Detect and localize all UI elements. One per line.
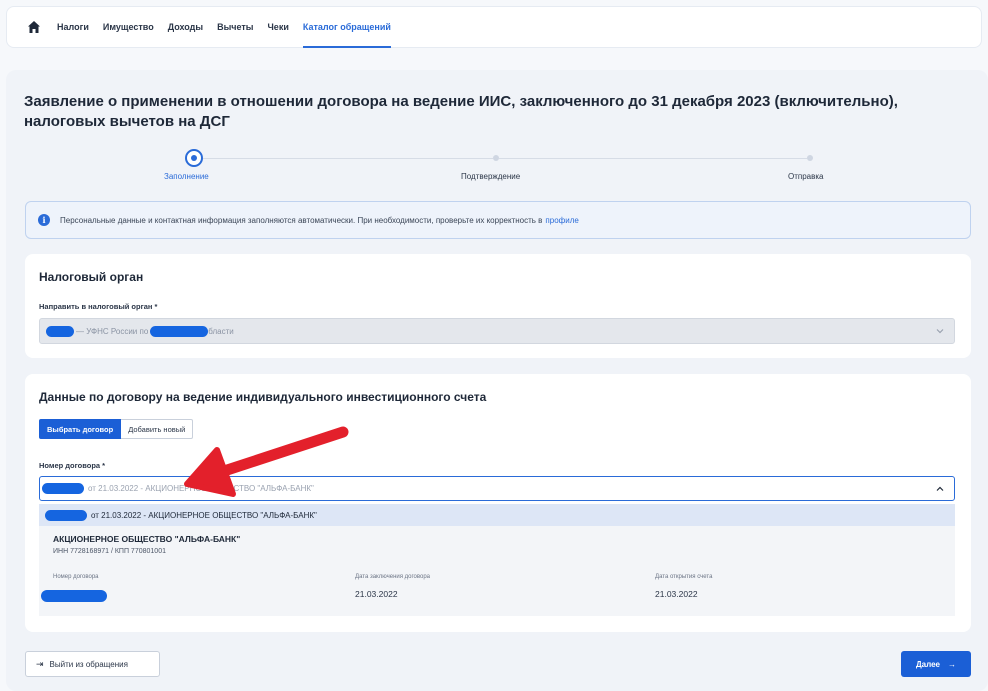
stepper-line <box>499 158 807 159</box>
step-label-confirmation: Подтверждение <box>461 172 521 181</box>
account-open-date-value: 21.03.2022 <box>655 589 698 599</box>
contract-select-value: от 21.03.2022 - АКЦИОНЕРНОЕ ОБЩЕСТВО "АЛ… <box>88 484 314 493</box>
step-dot-sending <box>807 155 813 161</box>
arrow-right-icon: → <box>948 659 957 669</box>
exit-appeal-button[interactable]: ⇥ Выйти из обращения <box>25 651 160 677</box>
stepper-line <box>203 158 493 159</box>
next-button[interactable]: Далее → <box>901 651 971 677</box>
nav-item-property[interactable]: Имущество <box>103 6 154 48</box>
redaction-mark <box>41 590 107 602</box>
page-title: Заявление о применении в отношении догов… <box>24 93 898 130</box>
top-navigation: Налоги Имущество Доходы Вычеты Чеки Ката… <box>6 6 982 48</box>
chevron-up-icon <box>936 486 944 491</box>
add-new-contract-button[interactable]: Добавить новый <box>121 419 194 439</box>
tax-authority-field-label: Направить в налоговый орган * <box>39 302 158 311</box>
home-icon[interactable] <box>27 20 41 34</box>
conclusion-date-value: 21.03.2022 <box>355 589 398 599</box>
contract-mode-toggle: Выбрать договор Добавить новый <box>39 419 194 439</box>
contract-card-title: Данные по договору на ведение индивидуал… <box>39 390 487 404</box>
main-panel: Заявление о применении в отношении догов… <box>6 70 988 691</box>
tax-authority-title: Налоговый орган <box>39 270 144 284</box>
info-icon: i <box>38 214 50 226</box>
step-label-filling: Заполнение <box>164 172 209 181</box>
contract-card: Данные по договору на ведение индивидуал… <box>25 374 971 632</box>
conclusion-date-label: Дата заключения договора <box>355 574 431 580</box>
nav-item-receipts[interactable]: Чеки <box>267 6 288 48</box>
select-contract-button[interactable]: Выбрать договор <box>39 419 122 439</box>
contract-number-select[interactable]: от 21.03.2022 - АКЦИОНЕРНОЕ ОБЩЕСТВО "АЛ… <box>39 476 955 501</box>
nav-item-appeals-catalog[interactable]: Каталог обращений <box>302 6 391 48</box>
exit-appeal-label: Выйти из обращения <box>49 659 128 669</box>
tax-authority-card: Налоговый орган Направить в налоговый ор… <box>25 254 971 358</box>
nav-item-deductions[interactable]: Вычеты <box>217 6 253 48</box>
redaction-mark <box>42 483 84 494</box>
contract-option-label: от 21.03.2022 - АКЦИОНЕРНОЕ ОБЩЕСТВО "АЛ… <box>91 510 317 520</box>
stepper: Заполнение Подтверждение Отправка <box>156 149 876 189</box>
tax-authority-select[interactable]: — УФНС России по бласти <box>39 318 955 344</box>
account-open-date-label: Дата открытия счета <box>655 574 713 580</box>
info-banner: i Персональные данные и контактная инфор… <box>25 201 971 239</box>
contract-details: АКЦИОНЕРНОЕ ОБЩЕСТВО "АЛЬФА-БАНК" ИНН 77… <box>39 526 955 616</box>
info-text: Персональные данные и контактная информа… <box>60 215 543 225</box>
exit-icon: ⇥ <box>36 658 44 669</box>
tax-authority-value-part2: бласти <box>208 326 234 336</box>
organization-name: АКЦИОНЕРНОЕ ОБЩЕСТВО "АЛЬФА-БАНК" <box>53 534 241 544</box>
redaction-mark <box>150 325 209 337</box>
next-label: Далее <box>915 659 941 669</box>
tax-authority-value-part1: — УФНС России по <box>76 326 149 336</box>
nav-item-income[interactable]: Доходы <box>168 6 203 48</box>
redaction-mark <box>46 325 74 337</box>
contract-dropdown-option[interactable]: от 21.03.2022 - АКЦИОНЕРНОЕ ОБЩЕСТВО "АЛ… <box>39 504 955 526</box>
chevron-down-icon <box>936 329 944 334</box>
contract-number-detail-label: Номер договора <box>53 574 99 580</box>
organization-ids: ИНН 7728168971 / КПП 770801001 <box>53 548 166 555</box>
step-current-indicator <box>185 149 203 167</box>
redaction-mark <box>45 509 87 521</box>
step-label-sending: Отправка <box>788 172 824 181</box>
profile-link[interactable]: профиле <box>545 216 578 225</box>
nav-item-taxes[interactable]: Налоги <box>57 6 89 48</box>
contract-number-label: Номер договора * <box>39 461 106 470</box>
